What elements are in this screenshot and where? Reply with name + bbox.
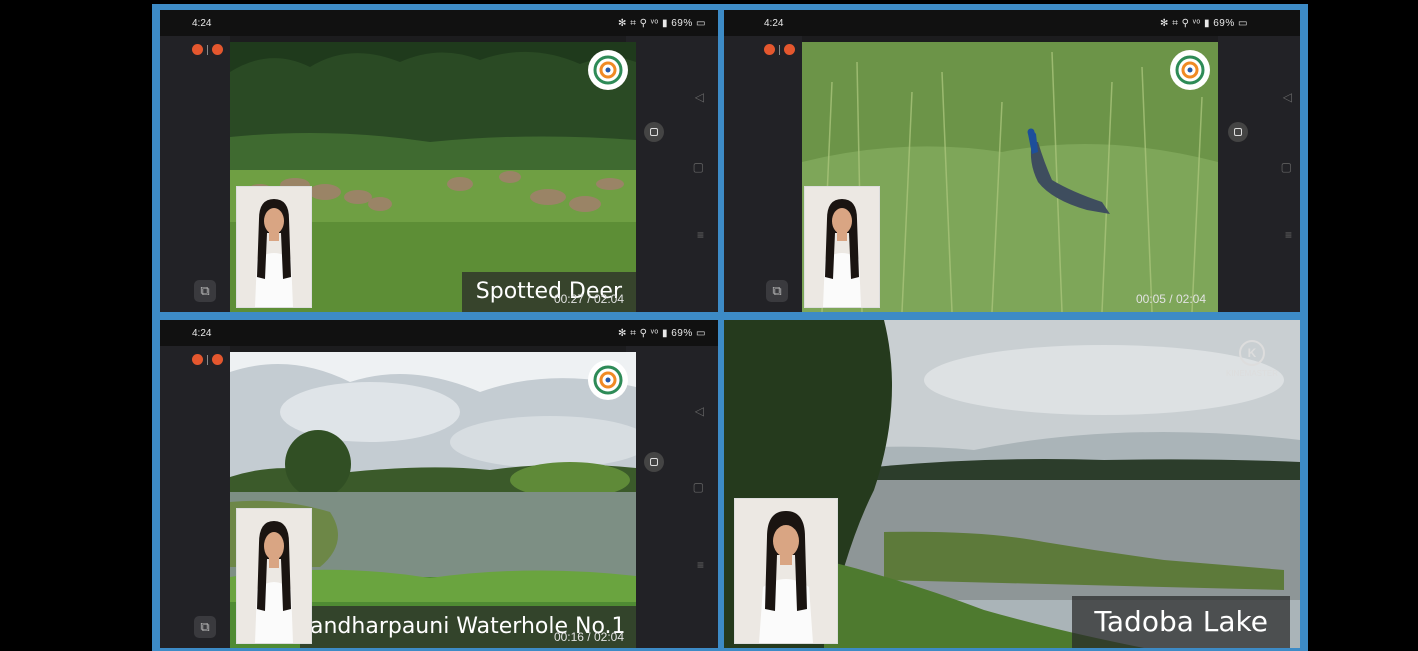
record-icon[interactable] <box>192 354 223 365</box>
program-logo <box>588 360 628 400</box>
video-timer: 00:16 / 02:04 <box>553 630 624 644</box>
nav-menu-icon[interactable]: ≡ <box>697 228 704 242</box>
watermark-text: KINEMASTER <box>1225 369 1278 378</box>
nav-back-icon[interactable]: ◁ <box>695 404 704 418</box>
right-control-rail: ◁ ▢ ≡ <box>626 36 718 312</box>
nav-menu-icon[interactable]: ≡ <box>1285 228 1292 242</box>
left-control-rail <box>724 36 802 312</box>
kinemaster-watermark: K KINEMASTER <box>1226 340 1278 378</box>
video-timer: 00:05 / 02:04 <box>1135 292 1206 306</box>
nav-back-icon[interactable]: ◁ <box>695 90 704 104</box>
camera-switch-icon[interactable] <box>644 122 664 142</box>
record-icon[interactable] <box>764 44 795 55</box>
camera-switch-icon[interactable] <box>1228 122 1248 142</box>
nav-menu-icon[interactable]: ≡ <box>697 558 704 572</box>
scene-caption: Tadoba Lake <box>1072 596 1290 648</box>
phone-status-bar: 4:24 ✻ ⌗ ⚲ ᵛᵒ ▮ 69% ▭ <box>724 10 1300 36</box>
video-panel-spotted-deer[interactable]: 4:24 ✻ ⌗ ⚲ ᵛᵒ ▮ 69% ▭ ⧉ ◁ ▢ ≡ Spotted De… <box>160 10 718 312</box>
status-time: 4:24 <box>192 328 212 339</box>
video-grid-frame: 4:24 ✻ ⌗ ⚲ ᵛᵒ ▮ 69% ▭ ⧉ ◁ ▢ ≡ Spotted De… <box>152 4 1308 651</box>
nav-home-icon[interactable]: ▢ <box>1281 160 1292 174</box>
nav-back-icon[interactable]: ◁ <box>1283 90 1292 104</box>
status-icons: ✻ ⌗ ⚲ ᵛᵒ ▮ 69% ▭ <box>618 328 706 339</box>
right-control-rail: ◁ ▢ ≡ <box>626 346 718 648</box>
video-panel-tadoba-lake[interactable]: K KINEMASTER Tadoba Lake <box>724 320 1300 648</box>
video-panel-peacock[interactable]: 4:24 ✻ ⌗ ⚲ ᵛᵒ ▮ 69% ▭ ⧉ ◁ ▢ ≡ 00:05 / 02… <box>724 10 1300 312</box>
right-control-rail: ◁ ▢ ≡ <box>1218 36 1300 312</box>
presenter-video-thumbnail <box>734 498 838 644</box>
presenter-video-thumbnail <box>804 186 880 308</box>
left-control-rail <box>160 346 230 648</box>
external-link-icon[interactable]: ⧉ <box>194 280 216 302</box>
status-time: 4:24 <box>192 18 212 29</box>
program-logo <box>588 50 628 90</box>
video-timer: 00:27 / 02:04 <box>553 292 624 306</box>
camera-switch-icon[interactable] <box>644 452 664 472</box>
phone-status-bar: 4:24 ✻ ⌗ ⚲ ᵛᵒ ▮ 69% ▭ <box>160 10 718 36</box>
nav-home-icon[interactable]: ▢ <box>693 480 704 494</box>
record-icon[interactable] <box>192 44 223 55</box>
nav-home-icon[interactable]: ▢ <box>693 160 704 174</box>
status-icons: ✻ ⌗ ⚲ ᵛᵒ ▮ 69% ▭ <box>618 18 706 29</box>
phone-status-bar: 4:24 ✻ ⌗ ⚲ ᵛᵒ ▮ 69% ▭ <box>160 320 718 346</box>
video-panel-waterhole[interactable]: 4:24 ✻ ⌗ ⚲ ᵛᵒ ▮ 69% ▭ ⧉ ◁ ▢ ≡ andharpaun… <box>160 320 718 648</box>
status-time: 4:24 <box>764 18 784 29</box>
presenter-video-thumbnail <box>236 186 312 308</box>
kinemaster-logo-icon: K <box>1238 340 1265 366</box>
external-link-icon[interactable]: ⧉ <box>194 616 216 638</box>
status-icons: ✻ ⌗ ⚲ ᵛᵒ ▮ 69% ▭ <box>1160 18 1248 29</box>
program-logo <box>1170 50 1210 90</box>
presenter-video-thumbnail <box>236 508 312 644</box>
external-link-icon[interactable]: ⧉ <box>766 280 788 302</box>
left-control-rail <box>160 36 230 312</box>
